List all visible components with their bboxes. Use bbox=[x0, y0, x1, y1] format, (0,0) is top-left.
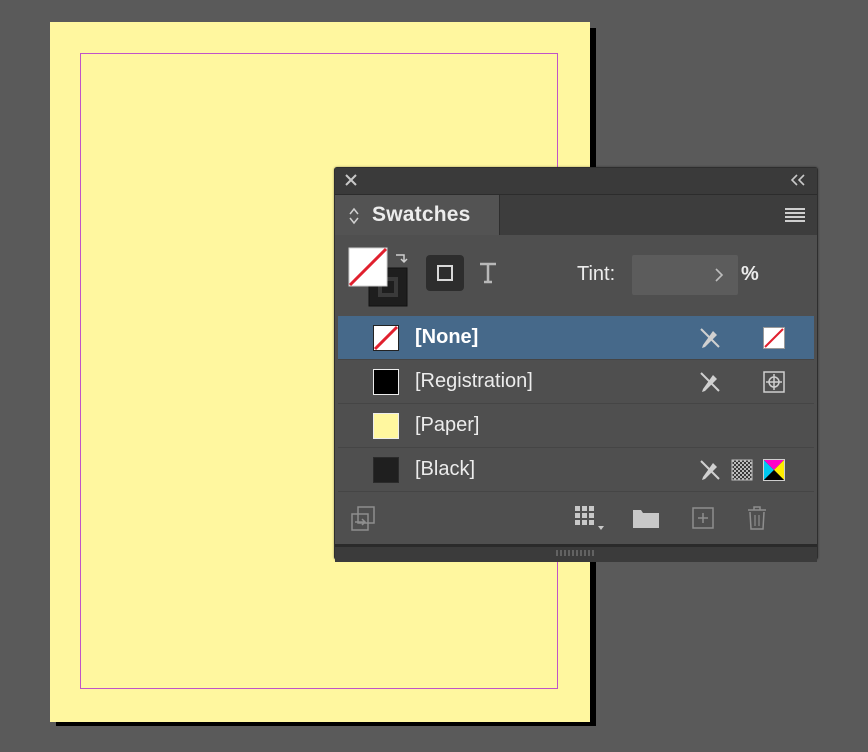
panel-footer bbox=[335, 492, 817, 544]
swatches-panel: Swatches Tint: % [None] [Registration] [… bbox=[334, 167, 818, 562]
cmyk-icon bbox=[763, 459, 785, 481]
hamburger-menu-icon[interactable] bbox=[785, 208, 805, 222]
none-swatch-icon bbox=[373, 325, 399, 351]
swatch-controls: Tint: % bbox=[335, 235, 817, 315]
panel-title: Swatches bbox=[372, 203, 471, 226]
pencil-crossed-icon bbox=[700, 372, 720, 392]
swatch-row-black[interactable]: [Black] bbox=[338, 448, 814, 492]
swatch-row-registration[interactable]: [Registration] bbox=[338, 360, 814, 404]
pencil-crossed-icon bbox=[700, 328, 720, 348]
none-swatch-icon bbox=[763, 327, 785, 349]
new-swatch-icon[interactable] bbox=[690, 504, 716, 532]
tint-unit: % bbox=[741, 263, 759, 285]
pencil-crossed-icon bbox=[700, 460, 720, 480]
panel-titlebar[interactable] bbox=[335, 168, 817, 195]
swatch-name: [Black] bbox=[415, 458, 476, 480]
swatch-views-icon[interactable] bbox=[573, 504, 607, 532]
chevron-right-icon[interactable] bbox=[714, 267, 724, 283]
swatch-row-paper[interactable]: [Paper] bbox=[338, 404, 814, 448]
resize-grip-icon[interactable] bbox=[555, 549, 595, 557]
checkerboard-icon bbox=[731, 459, 753, 481]
container-icon bbox=[437, 265, 453, 281]
swatch-chip bbox=[373, 413, 399, 439]
resize-bar[interactable] bbox=[335, 544, 817, 562]
double-chevron-left-icon[interactable] bbox=[789, 172, 807, 188]
swatch-list: [None] [Registration] [Paper] [Black] bbox=[338, 316, 814, 492]
panel-tabbar: Swatches bbox=[335, 195, 817, 235]
text-t-icon[interactable] bbox=[476, 255, 500, 291]
close-icon[interactable] bbox=[343, 172, 359, 188]
swatch-chip bbox=[373, 457, 399, 483]
fill-stroke-icon[interactable] bbox=[348, 247, 410, 309]
registration-target-icon bbox=[763, 371, 785, 393]
swatch-name: [None] bbox=[415, 326, 479, 348]
tint-label: Tint: bbox=[577, 263, 616, 285]
up-down-arrows-icon[interactable] bbox=[349, 207, 359, 225]
swatch-chip bbox=[373, 369, 399, 395]
trash-icon[interactable] bbox=[745, 504, 769, 532]
swatch-name: [Registration] bbox=[415, 370, 533, 392]
formatting-container-button[interactable] bbox=[426, 255, 464, 291]
load-swatches-icon[interactable] bbox=[349, 504, 377, 532]
folder-icon[interactable] bbox=[631, 504, 661, 532]
swatch-name: [Paper] bbox=[415, 414, 480, 436]
swatch-row-none[interactable]: [None] bbox=[338, 316, 814, 360]
tint-input[interactable] bbox=[632, 255, 738, 295]
tab-swatches[interactable]: Swatches bbox=[335, 195, 500, 235]
